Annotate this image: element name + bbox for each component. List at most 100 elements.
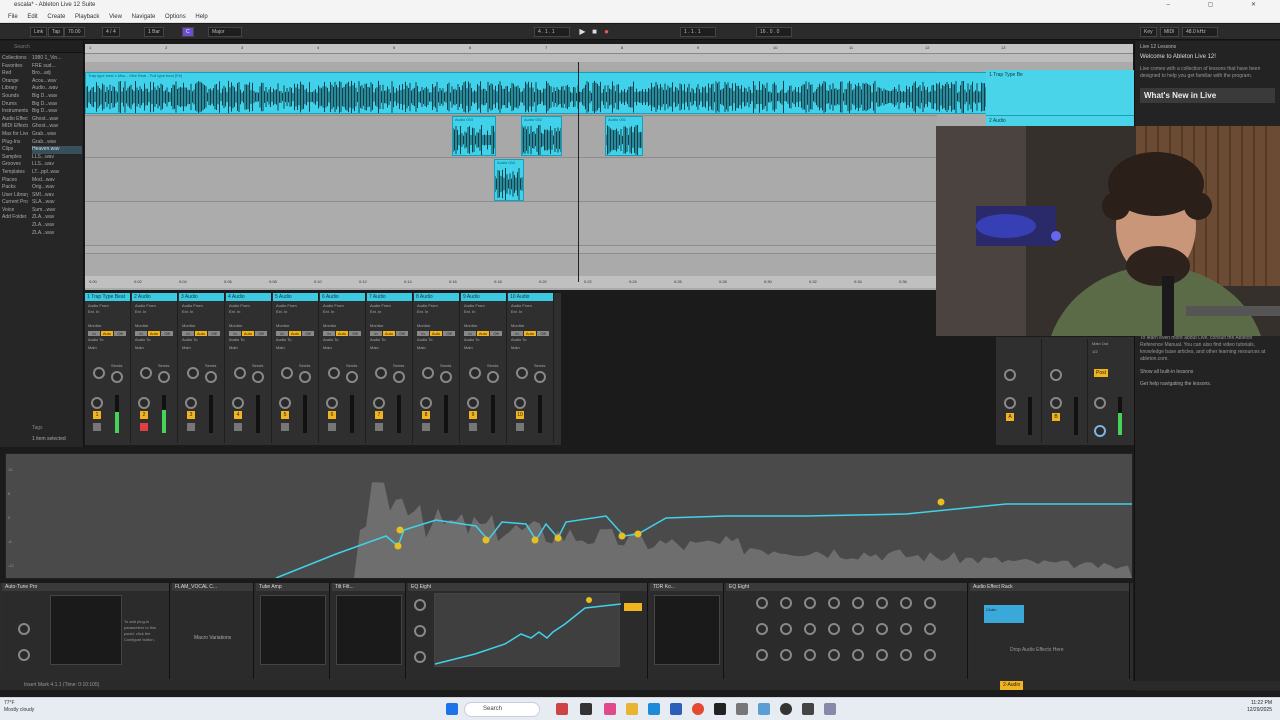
io-ext-in[interactable]: Ext. In [464, 309, 475, 314]
send-knob[interactable] [252, 371, 264, 383]
io-ext-in[interactable]: Ext. In [88, 309, 99, 314]
browser-item[interactable]: ZLA...wav [32, 222, 82, 230]
browser-item[interactable]: Grab...wav [32, 131, 82, 139]
clock[interactable]: 11:22 PM 12/29/2025 [1247, 700, 1272, 714]
eq-band-knob[interactable] [924, 597, 936, 609]
loop-length-field[interactable]: 16 . 0 . 0 [756, 27, 792, 37]
tap-button[interactable]: Tap [48, 27, 65, 37]
play-button[interactable]: ▶ [578, 27, 587, 36]
mixer-strip[interactable]: 6 Audio Audio From Ext. In Monitor Audio To M… [320, 293, 366, 443]
eq-band-handle[interactable] [531, 536, 539, 544]
arm-button[interactable] [375, 423, 383, 431]
app-icon[interactable] [556, 703, 568, 715]
time-ruler[interactable]: 0:00 0:02 0:04 0:06 0:08 0:10 0:12 0:14 0:16 0:18… [85, 276, 937, 288]
monitor-auto-button[interactable]: Auto [242, 331, 254, 336]
rack-chain[interactable]: Chain [984, 605, 1024, 623]
send-knob[interactable] [205, 371, 217, 383]
pan-knob[interactable] [138, 397, 150, 409]
monitor-auto-button[interactable]: Auto [195, 331, 207, 336]
eq-band-knob[interactable] [852, 597, 864, 609]
device-auto-tune[interactable]: Auto-Tune Pro To add plug-in parameters … [2, 583, 170, 679]
browser-item[interactable]: Acou...wav [32, 78, 82, 86]
eq-band-knob[interactable] [852, 623, 864, 635]
monitor-off-button[interactable]: Off [349, 331, 361, 336]
browser-place[interactable]: Templates [2, 169, 28, 177]
browser-item[interactable]: Big D...wav [32, 108, 82, 116]
track-activator[interactable]: B [1052, 413, 1060, 421]
eq-band-knob[interactable] [900, 597, 912, 609]
io-master[interactable]: Main [182, 345, 191, 350]
track-header-1[interactable]: 1 Trap Type Be [986, 70, 1134, 116]
send-knob[interactable] [534, 371, 546, 383]
eq-band-knob[interactable] [756, 623, 768, 635]
browser-place[interactable]: Places [2, 177, 28, 185]
menu-options[interactable]: Options [165, 11, 186, 23]
audio-clip[interactable]: Audio 001 [605, 116, 643, 156]
monitor-off-button[interactable]: Off [443, 331, 455, 336]
metronome-quantize[interactable]: 1 Bar [144, 27, 164, 37]
send-knob[interactable] [440, 371, 452, 383]
eq-band-knob[interactable] [876, 623, 888, 635]
ableton-icon[interactable] [714, 703, 726, 715]
track-activator[interactable]: 8 [422, 411, 430, 419]
eq-band-handle[interactable] [482, 536, 490, 544]
app-icon[interactable] [780, 703, 792, 715]
eq-knob[interactable] [414, 625, 426, 637]
send-knob[interactable] [375, 367, 387, 379]
browser-item[interactable]: Sum...wav [32, 207, 82, 215]
browser-place[interactable]: Instruments [2, 108, 28, 116]
browser-place[interactable]: Collections [2, 55, 28, 63]
menu-help[interactable]: Help [195, 11, 207, 23]
io-ext-in[interactable]: Ext. In [135, 309, 146, 314]
eq-band-knob[interactable] [924, 623, 936, 635]
chrome-icon[interactable] [692, 703, 704, 715]
arm-button[interactable] [516, 423, 524, 431]
browser-item[interactable]: Audio...wav [32, 85, 82, 93]
eq-band-knob[interactable] [876, 597, 888, 609]
monitor-auto-button[interactable]: Auto [430, 331, 442, 336]
eq-band-knob[interactable] [852, 649, 864, 661]
browser-place[interactable]: Clips [2, 146, 28, 154]
io-master[interactable]: Main [417, 345, 426, 350]
track-name[interactable]: 2 Audio [132, 293, 177, 301]
get-help-link[interactable]: Get help navigating the lessons. [1140, 381, 1275, 387]
monitor-off-button[interactable]: Off [490, 331, 502, 336]
browser-place[interactable]: Current Project [2, 199, 28, 207]
track-activator[interactable]: 6 [328, 411, 336, 419]
record-button[interactable]: ● [602, 27, 611, 36]
pan-knob[interactable] [514, 397, 526, 409]
track-name[interactable]: 9 Audio [461, 293, 506, 301]
mixer-strip[interactable]: 8 Audio Audio From Ext. In Monitor Audio To M… [414, 293, 460, 443]
track-name[interactable]: 7 Audio [367, 293, 412, 301]
cue-volume-knob[interactable] [1094, 425, 1106, 437]
eq-mode-button[interactable] [624, 603, 642, 611]
macro-variations-label[interactable]: Macro Variations [194, 635, 231, 641]
browser-item[interactable]: Ghost...wav [32, 116, 82, 124]
eq-band-handle[interactable] [396, 526, 404, 534]
device-tube-amp[interactable]: Tube Amp [256, 583, 330, 679]
browser-item[interactable]: FRE sud... [32, 63, 82, 71]
mixer-strip[interactable]: 3 Audio Audio From Ext. In Monitor Audio To M… [179, 293, 225, 443]
eq-band-knob[interactable] [828, 597, 840, 609]
monitor-off-button[interactable]: Off [302, 331, 314, 336]
show-all-lessons-link[interactable]: Show all built-in lessons [1140, 369, 1275, 375]
window-controls[interactable]: – ▢ ✕ [1167, 0, 1274, 11]
browser-place[interactable]: User Library [2, 192, 28, 200]
track-name[interactable]: 4 Audio [226, 293, 271, 301]
arm-button[interactable] [93, 423, 101, 431]
send-knob[interactable] [93, 367, 105, 379]
send-knob[interactable] [328, 367, 340, 379]
eq-band-knob[interactable] [876, 649, 888, 661]
taskbar-search[interactable]: Search [464, 702, 540, 717]
eq-band-knob[interactable] [900, 649, 912, 661]
browser-place[interactable]: Voice [2, 207, 28, 215]
weather-widget[interactable]: 77°F Mostly cloudy [4, 700, 34, 714]
main-track[interactable]: Main Out 1/2 Post [1090, 339, 1132, 443]
track-lane-4[interactable] [85, 202, 937, 246]
menu-view[interactable]: View [109, 11, 122, 23]
browser-place[interactable]: Packs [2, 184, 28, 192]
monitor-auto-button[interactable]: Auto [336, 331, 348, 336]
app-icon[interactable] [604, 703, 616, 715]
menu-navigate[interactable]: Navigate [132, 11, 156, 23]
pan-knob[interactable] [1050, 397, 1062, 409]
